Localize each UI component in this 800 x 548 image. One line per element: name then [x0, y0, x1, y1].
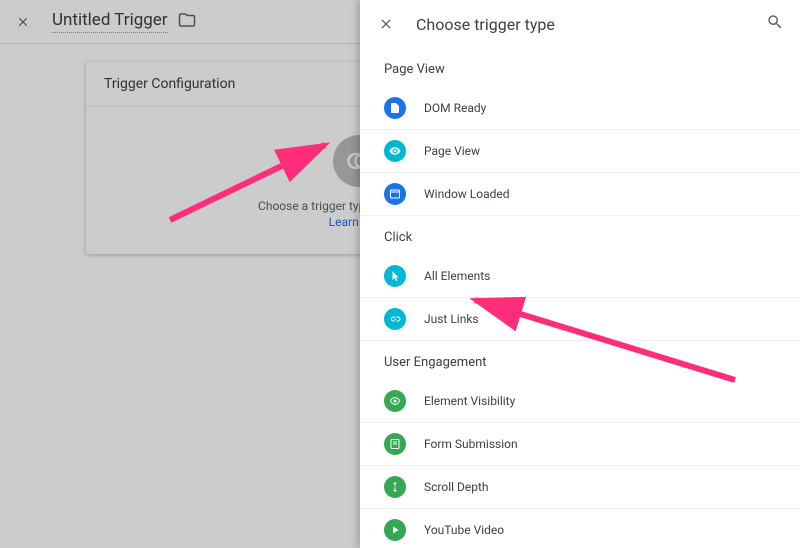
- link-icon: [384, 308, 406, 330]
- play-icon: [384, 519, 406, 541]
- trigger-type-label: Form Submission: [424, 437, 518, 451]
- trigger-type-row[interactable]: YouTube Video: [360, 509, 800, 548]
- trigger-type-label: All Elements: [424, 269, 490, 283]
- section-title: Page View: [360, 48, 800, 87]
- panel-close-icon[interactable]: [376, 14, 396, 34]
- trigger-type-label: Page View: [424, 144, 480, 158]
- trigger-type-label: DOM Ready: [424, 101, 486, 115]
- trigger-type-label: Element Visibility: [424, 394, 515, 408]
- section-title: User Engagement: [360, 341, 800, 380]
- trigger-type-panel: Choose trigger type Page ViewDOM ReadyPa…: [360, 0, 800, 548]
- panel-title: Choose trigger type: [416, 15, 766, 34]
- panel-header: Choose trigger type: [360, 0, 800, 48]
- window-icon: [384, 183, 406, 205]
- section-title: Click: [360, 216, 800, 255]
- trigger-type-row[interactable]: Page View: [360, 130, 800, 173]
- trigger-type-row[interactable]: Scroll Depth: [360, 466, 800, 509]
- trigger-type-label: Scroll Depth: [424, 480, 489, 494]
- visibility-icon: [384, 390, 406, 412]
- trigger-type-row[interactable]: All Elements: [360, 255, 800, 298]
- search-icon[interactable]: [766, 13, 784, 35]
- trigger-type-row[interactable]: DOM Ready: [360, 87, 800, 130]
- trigger-type-label: Window Loaded: [424, 187, 510, 201]
- pointer-icon: [384, 265, 406, 287]
- form-icon: [384, 433, 406, 455]
- trigger-type-label: YouTube Video: [424, 523, 504, 537]
- trigger-type-row[interactable]: Form Submission: [360, 423, 800, 466]
- eye-icon: [384, 140, 406, 162]
- scroll-icon: [384, 476, 406, 498]
- trigger-type-row[interactable]: Just Links: [360, 298, 800, 341]
- trigger-type-row[interactable]: Element Visibility: [360, 380, 800, 423]
- dom-icon: [384, 97, 406, 119]
- panel-body: Page View DOM Ready Page View Window Loaded…: [360, 48, 800, 548]
- trigger-type-label: Just Links: [424, 312, 479, 326]
- trigger-type-row[interactable]: Window Loaded: [360, 173, 800, 216]
